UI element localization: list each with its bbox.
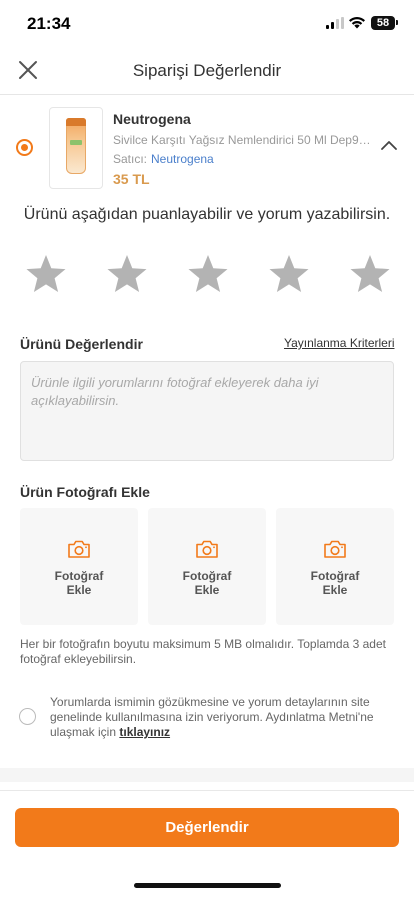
camera-icon: [324, 540, 346, 558]
bottom-bar: Değerlendir: [0, 790, 414, 897]
add-photo-label-line2: Ekle: [194, 583, 220, 597]
review-textarea[interactable]: [20, 361, 394, 461]
product-card: Neutrogena Sivilce Karşıtı Yağsız Nemlen…: [0, 95, 414, 195]
star-icon[interactable]: [105, 252, 149, 296]
star-icon[interactable]: [348, 252, 392, 296]
seller-label: Satıcı:: [113, 152, 148, 166]
add-photo-button[interactable]: Fotoğraf Ekle: [148, 508, 266, 625]
add-photo-label-line2: Ekle: [66, 583, 92, 597]
nav-bar: Siparişi Değerlendir: [0, 48, 414, 95]
home-indicator: [134, 883, 281, 888]
camera-icon: [68, 540, 90, 558]
photo-size-note: Her bir fotoğrafın boyutu maksimum 5 MB …: [20, 637, 386, 666]
consent-radio[interactable]: [19, 708, 36, 725]
seller-link[interactable]: Neutrogena: [151, 152, 214, 166]
status-bar: 21:34 58: [0, 0, 414, 48]
status-time: 21:34: [27, 14, 71, 33]
review-section-title: Ürünü Değerlendir: [20, 336, 143, 352]
star-icon[interactable]: [186, 252, 230, 296]
battery-tip: [396, 20, 398, 25]
consent-link[interactable]: tıklayınız: [119, 725, 170, 739]
add-photo-label-line1: Fotoğraf: [54, 569, 104, 583]
product-seller: Satıcı: Neutrogena: [113, 152, 214, 166]
consent-body: Yorumlarda ismimin gözükmesine ve yorum …: [50, 695, 374, 739]
add-photo-label: Fotoğraf Ekle: [20, 569, 138, 597]
star-icon[interactable]: [24, 252, 68, 296]
product-price: 35 TL: [113, 171, 150, 187]
submit-review-button[interactable]: Değerlendir: [15, 808, 399, 847]
add-photo-label-line2: Ekle: [322, 583, 348, 597]
add-photo-label-line1: Fotoğraf: [182, 569, 232, 583]
page-title: Siparişi Değerlendir: [132, 61, 282, 80]
consent-text: Yorumlarda ismimin gözükmesine ve yorum …: [50, 695, 396, 740]
product-image: [49, 107, 103, 189]
product-name: Sivilce Karşıtı Yağsız Nemlendirici 50 M…: [113, 133, 375, 147]
battery-icon: 58: [371, 16, 395, 30]
star-rating: [24, 252, 394, 300]
star-icon[interactable]: [267, 252, 311, 296]
add-photo-label: Fotoğraf Ekle: [148, 569, 266, 597]
add-photo-label: Fotoğraf Ekle: [276, 569, 394, 597]
battery-level: 58: [376, 17, 390, 29]
product-radio-selected[interactable]: [16, 139, 33, 156]
add-photo-button[interactable]: Fotoğraf Ekle: [20, 508, 138, 625]
publishing-criteria-link[interactable]: Yayınlanma Kriterleri: [284, 336, 394, 350]
product-brand: Neutrogena: [113, 111, 191, 127]
photo-section-title: Ürün Fotoğrafı Ekle: [20, 484, 150, 500]
add-photo-label-line1: Fotoğraf: [310, 569, 360, 583]
cellular-signal-icon: [326, 17, 346, 29]
product-tube-picture: [66, 118, 86, 174]
add-photo-button[interactable]: Fotoğraf Ekle: [276, 508, 394, 625]
section-divider: [0, 768, 414, 782]
chevron-up-icon[interactable]: [380, 139, 398, 151]
wifi-icon: [349, 16, 365, 29]
rating-prompt: Ürünü aşağıdan puanlayabilir ve yorum ya…: [23, 206, 391, 223]
camera-icon: [196, 540, 218, 558]
